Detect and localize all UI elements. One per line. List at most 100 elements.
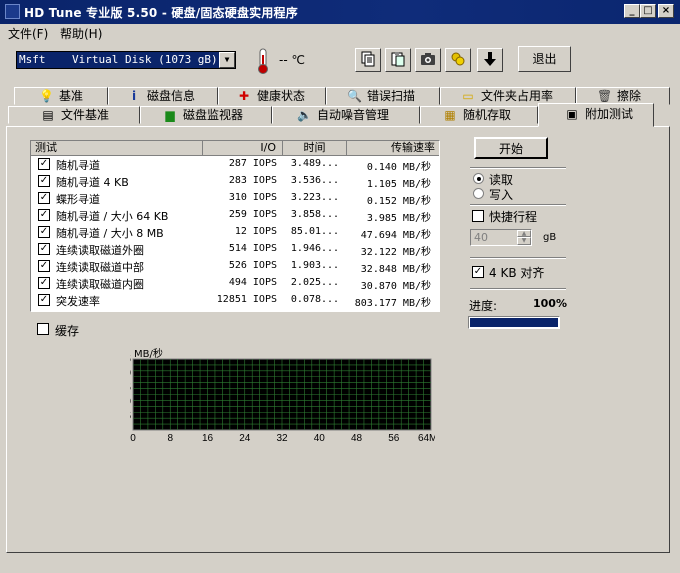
tab-label: 文件基准 xyxy=(61,108,110,122)
table-row[interactable]: ✓ 连续读取磁道中部 526 IOPS 1.903... 32.848 MB/秒 xyxy=(31,258,435,275)
test-name: 随机寻道 4 KB xyxy=(56,176,129,189)
test-name: 连续读取磁道外圈 xyxy=(56,244,144,257)
test-checkbox[interactable]: ✓ xyxy=(38,158,50,170)
tab-error-scan[interactable]: 🔍 错误扫描 xyxy=(326,87,440,105)
read-radio[interactable] xyxy=(473,173,484,184)
options-button[interactable] xyxy=(445,48,471,72)
progress-fill xyxy=(470,318,558,327)
tab-file-benchmark[interactable]: ▤ 文件基准 xyxy=(8,106,140,124)
tab-label: 磁盘信息 xyxy=(147,89,196,103)
test-checkbox[interactable]: ✓ xyxy=(38,277,50,289)
tab-health[interactable]: ✚ 健康状态 xyxy=(218,87,326,105)
test-name: 蝶形寻道 xyxy=(56,193,100,206)
drive-select[interactable]: Msft Virtual Disk (1073 gB) ▼ xyxy=(16,51,236,69)
camera-icon xyxy=(416,51,440,71)
magnifier-icon: 🔍 xyxy=(347,89,362,103)
test-checkbox[interactable]: ✓ xyxy=(38,192,50,204)
start-button[interactable]: 开始 xyxy=(474,137,548,159)
screenshot-button[interactable] xyxy=(415,48,441,72)
maximize-button[interactable]: □ xyxy=(640,4,656,18)
test-rate: 0.140 MB/秒 xyxy=(366,162,431,173)
minimize-button[interactable]: _ xyxy=(624,4,640,18)
test-time: 0.078... xyxy=(290,294,340,305)
write-label: 写入 xyxy=(489,188,514,202)
copy-button[interactable] xyxy=(355,48,381,72)
test-name: 连续读取磁道中部 xyxy=(56,261,144,274)
y-tick-label: 15 xyxy=(130,382,131,393)
test-io: 259 IOPS xyxy=(228,209,277,220)
tab-label: 基准 xyxy=(59,89,84,103)
test-name: 随机寻道 xyxy=(56,159,100,172)
col-header-time[interactable]: 时间 xyxy=(283,141,347,156)
save-button[interactable] xyxy=(477,48,503,72)
quick-stroke-checkbox[interactable] xyxy=(472,210,484,222)
test-io: 287 IOPS xyxy=(228,158,277,169)
x-tick-label: 24 xyxy=(239,433,251,444)
trash-icon: 🗑 xyxy=(597,89,613,103)
copy-all-button[interactable] xyxy=(385,48,411,72)
table-row[interactable]: ✓ 随机寻道 / 大小 8 MB 12 IOPS 85.01... 47.694 MB/… xyxy=(31,224,435,241)
x-tick-label: 40 xyxy=(314,433,326,444)
test-rate: 32.848 MB/秒 xyxy=(360,264,431,275)
tab-disk-monitor[interactable]: ▆ 磁盘监视器 xyxy=(140,106,272,124)
tab-label: 磁盘监视器 xyxy=(183,108,244,122)
table-row[interactable]: ✓ 连续读取磁道外圈 514 IOPS 1.946... 32.122 MB/秒 xyxy=(31,241,435,258)
tab-benchmark[interactable]: 💡 基准 xyxy=(14,87,108,105)
window-icon: ▣ xyxy=(566,107,578,121)
tab-random-access[interactable]: ▦ 随机存取 xyxy=(420,106,538,124)
x-tick-label: 8 xyxy=(167,433,173,444)
table-row[interactable]: ✓ 突发速率 12851 IOPS 0.078... 803.177 MB/秒 xyxy=(31,292,435,309)
test-time: 3.223... xyxy=(290,192,340,203)
radio-dot xyxy=(477,177,481,181)
test-checkbox[interactable]: ✓ xyxy=(38,209,50,221)
x-tick-label: 16 xyxy=(202,433,214,444)
menu-help[interactable]: 帮助(H) xyxy=(60,25,102,42)
col-header-io[interactable]: I/O xyxy=(203,141,283,156)
quick-stroke-spinner[interactable]: 40 ▲ ▼ xyxy=(470,229,532,246)
table-row[interactable]: ✓ 连续读取磁道内圈 494 IOPS 2.025... 30.870 MB/秒 xyxy=(31,275,435,292)
cache-checkbox[interactable] xyxy=(37,323,49,335)
tab-acoustic[interactable]: 🔈 自动噪音管理 xyxy=(272,106,420,124)
test-io: 494 IOPS xyxy=(228,277,277,288)
x-tick-label: 64MB xyxy=(418,433,435,444)
test-io: 12 IOPS xyxy=(234,226,277,237)
progress-label: 进度: xyxy=(469,299,498,313)
spin-down-icon[interactable]: ▼ xyxy=(517,237,531,245)
exit-button[interactable]: 退出 xyxy=(518,46,571,72)
tab-extra-tests[interactable]: ▣ 附加测试 xyxy=(538,103,654,127)
table-row[interactable]: ✓ 随机寻道 / 大小 64 KB 259 IOPS 3.858... 3.985 MB… xyxy=(31,207,435,224)
tab-label: 擦除 xyxy=(617,89,642,103)
tab-label: 随机存取 xyxy=(463,108,512,122)
table-row[interactable]: ✓ 蝶形寻道 310 IOPS 3.223... 0.152 MB/秒 xyxy=(31,190,435,207)
spin-up-icon[interactable]: ▲ xyxy=(517,230,531,237)
test-rate: 3.985 MB/秒 xyxy=(366,213,431,224)
bar-chart-icon: ▆ xyxy=(165,108,175,122)
write-radio[interactable] xyxy=(473,188,484,199)
test-checkbox[interactable]: ✓ xyxy=(38,294,50,306)
chevron-down-icon[interactable]: ▼ xyxy=(219,52,235,68)
test-time: 85.01... xyxy=(290,226,340,237)
tab-disk-info[interactable]: i 磁盘信息 xyxy=(108,87,218,105)
close-button[interactable]: × xyxy=(658,4,674,18)
x-tick-label: 0 xyxy=(130,433,136,444)
test-checkbox[interactable]: ✓ xyxy=(38,260,50,272)
test-rate: 1.105 MB/秒 xyxy=(366,179,431,190)
col-header-rate[interactable]: 传输速率 xyxy=(347,141,439,156)
test-checkbox[interactable]: ✓ xyxy=(38,175,50,187)
test-rate: 0.152 MB/秒 xyxy=(366,196,431,207)
cache-label: 缓存 xyxy=(55,324,80,338)
separator xyxy=(470,288,566,289)
table-row[interactable]: ✓ 随机寻道 287 IOPS 3.489... 0.140 MB/秒 xyxy=(31,156,435,173)
table-row[interactable]: ✓ 随机寻道 4 KB 283 IOPS 3.536... 1.105 MB/秒 xyxy=(31,173,435,190)
test-checkbox[interactable]: ✓ xyxy=(38,226,50,238)
test-io: 12851 IOPS xyxy=(216,294,277,305)
random-access-icon: ▦ xyxy=(444,108,456,122)
col-header-test[interactable]: 测试 xyxy=(31,141,203,156)
align-4kb-checkbox[interactable]: ✓ xyxy=(472,266,484,278)
test-checkbox[interactable]: ✓ xyxy=(38,243,50,255)
arrow-down-icon xyxy=(478,51,502,71)
menu-file[interactable]: 文件(F) xyxy=(8,25,48,42)
test-table: 测试 I/O 时间 传输速率 ✓ 随机寻道 287 IOPS 3.489... 0.14… xyxy=(30,140,440,312)
app-icon xyxy=(5,4,20,19)
x-tick-label: 32 xyxy=(276,433,288,444)
